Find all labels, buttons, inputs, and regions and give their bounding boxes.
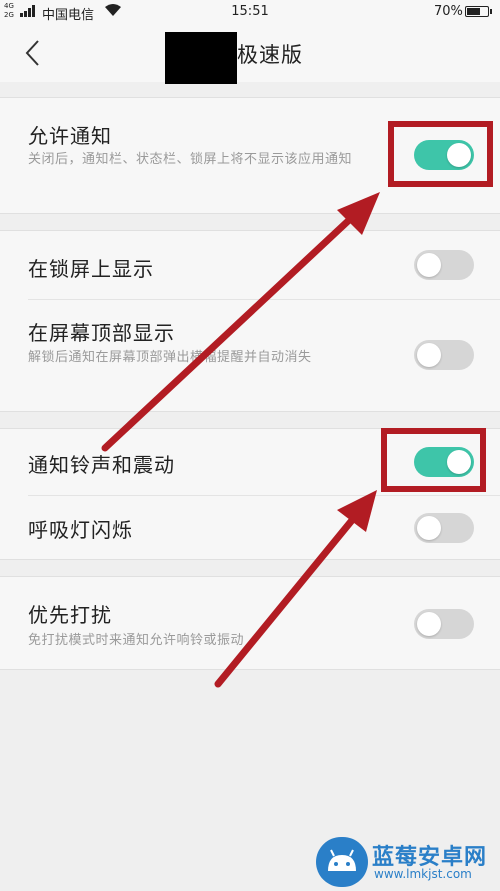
group-display: 在锁屏上显示 在屏幕顶部显示 解锁后通知在屏幕顶部弹出横幅提醒并自动消失 xyxy=(0,230,500,412)
highlight-box-allow-notifications xyxy=(388,121,493,187)
priority-toggle[interactable] xyxy=(414,609,474,639)
row-top-banner[interactable]: 在屏幕顶部显示 解锁后通知在屏幕顶部弹出横幅提醒并自动消失 xyxy=(0,300,500,411)
allow-notifications-desc: 关闭后，通知栏、状态栏、锁屏上将不显示该应用通知 xyxy=(28,152,353,167)
battery-level xyxy=(467,8,480,15)
lock-screen-title: 在锁屏上显示 xyxy=(28,257,154,281)
page-title: 极速版 xyxy=(237,43,303,67)
toggle-knob xyxy=(417,253,441,277)
toggle-knob xyxy=(417,612,441,636)
title-bar: 极速版 xyxy=(0,26,500,84)
back-button[interactable] xyxy=(18,38,48,68)
top-banner-desc: 解锁后通知在屏幕顶部弹出横幅提醒并自动消失 xyxy=(28,350,312,365)
row-priority[interactable]: 优先打扰 免打扰模式时来通知允许响铃或振动 xyxy=(0,577,500,669)
highlight-box-ring-vibrate xyxy=(381,428,486,492)
toggle-knob xyxy=(417,343,441,367)
watermark: 蓝莓安卓网 www.lmkjst.com xyxy=(312,835,500,889)
group-priority: 优先打扰 免打扰模式时来通知允许响铃或振动 xyxy=(0,576,500,670)
row-breathing-light[interactable]: 呼吸灯闪烁 xyxy=(0,496,500,559)
top-banner-toggle[interactable] xyxy=(414,340,474,370)
priority-desc: 免打扰模式时来通知允许响铃或振动 xyxy=(28,633,245,648)
lock-screen-toggle[interactable] xyxy=(414,250,474,280)
clock: 15:51 xyxy=(231,4,269,19)
priority-title: 优先打扰 xyxy=(28,603,112,627)
row-lock-screen[interactable]: 在锁屏上显示 xyxy=(0,231,500,299)
breathing-light-toggle[interactable] xyxy=(414,513,474,543)
ring-vibrate-title: 通知铃声和震动 xyxy=(28,453,175,477)
toggle-knob xyxy=(417,516,441,540)
top-banner-title: 在屏幕顶部显示 xyxy=(28,321,175,345)
breathing-light-title: 呼吸灯闪烁 xyxy=(28,518,133,542)
watermark-url: www.lmkjst.com xyxy=(374,867,472,881)
redacted-app-name xyxy=(165,32,237,84)
battery-percent: 70% xyxy=(434,4,463,19)
status-bar: 4G 2G 中国电信 15:51 70% xyxy=(0,0,500,26)
battery-icon xyxy=(465,6,492,17)
android-logo-icon xyxy=(316,837,368,887)
allow-notifications-title: 允许通知 xyxy=(28,124,112,148)
